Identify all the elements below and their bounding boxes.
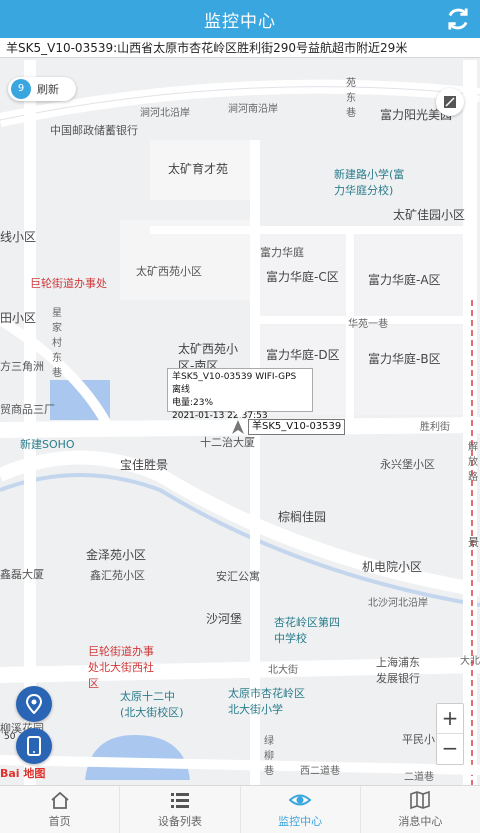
home-icon (51, 791, 69, 809)
map-view[interactable]: 涧河北沿岸 涧河南沿岸 中国邮政储蓄银行 富力阳光美园 太矿育才苑 新建路小学(… (0, 58, 480, 785)
device-location-button[interactable] (16, 728, 52, 764)
location-pin-icon (25, 694, 43, 714)
map-label: 富力华庭 (260, 246, 304, 259)
map-label: 鑫磊大厦 (0, 568, 44, 581)
map-label: 巨轮街道办事处北大街西社区 (88, 645, 154, 690)
map-label: 机电院小区 (362, 560, 423, 574)
map-label: 星家村东巷 (52, 308, 62, 379)
map-label: 鑫汇苑小区 (90, 569, 145, 582)
device-marker-icon[interactable] (232, 420, 244, 434)
map-label: 巨轮街道办事处 (30, 277, 107, 290)
map-label: 新建SOHO (20, 438, 75, 451)
map-label: 宝佳胜景 (120, 458, 169, 472)
tab-device-list[interactable]: 设备列表 (120, 786, 241, 833)
popup-title: 羊SK5_V10-03539 WIFI-GPS 离线 (172, 372, 297, 395)
map-label: 富力华庭-D区 (266, 348, 340, 362)
refresh-label: 刷新 (37, 83, 59, 96)
device-info-popup: 羊SK5_V10-03539 WIFI-GPS 离线 电量:23% 2021-0… (167, 368, 313, 421)
map-label: 涧河南沿岸 (228, 104, 278, 115)
auto-refresh-pill[interactable]: 9 刷新 (8, 77, 76, 101)
map-label: 西二道巷 (300, 766, 340, 777)
map-label: 华苑一巷 (348, 319, 388, 330)
zoom-out-button[interactable]: − (437, 734, 463, 764)
device-marker-label[interactable]: 羊SK5_V10-03539 (248, 419, 346, 435)
map-label: 胜利街 (420, 422, 450, 433)
map-label: 沙河堡 (206, 612, 243, 626)
tab-message-center[interactable]: 消息中心 (361, 786, 480, 833)
map-label: 金泽苑小区 (86, 548, 147, 562)
map-label: 上海浦东发展银行 (376, 656, 420, 685)
map-book-icon (410, 790, 431, 810)
my-location-button[interactable] (16, 686, 52, 722)
map-label: 棕榈佳园 (278, 510, 327, 524)
map-label: 新建路小学(富力华庭分校) (334, 168, 405, 197)
map-label: 太矿育才苑 (168, 162, 229, 176)
map-label: 富力华庭-B区 (368, 352, 441, 366)
map-label: 富力华庭-C区 (266, 270, 339, 284)
tab-monitor-center[interactable]: 监控中心 (241, 786, 361, 833)
popup-battery: 电量:23% (172, 398, 214, 408)
app-header: 监控中心 (0, 0, 480, 38)
map-label: 景 (468, 536, 479, 549)
page-title: 监控中心 (204, 11, 276, 32)
map-label: 杏花岭区第四中学校 (274, 616, 340, 645)
map-label: 太矿西苑小区 (136, 265, 202, 278)
map-label: 富力华庭-A区 (368, 273, 441, 287)
map-layer-button[interactable] (436, 88, 464, 116)
refresh-icon[interactable] (444, 5, 472, 33)
refresh-countdown: 9 (11, 79, 31, 99)
tab-label: 消息中心 (398, 815, 443, 828)
tab-label: 设备列表 (157, 815, 202, 828)
map-label: 涧河北沿岸 (140, 108, 190, 119)
device-address: 羊SK5_V10-03539:山西省太原市杏花岭区胜利街290号益航超市附近29… (0, 38, 480, 58)
map-label: 大北 (460, 656, 480, 667)
map-label: 太原十二中(北大街校区) (120, 690, 184, 719)
map-label: 中国邮政储蓄银行 (50, 124, 138, 137)
map-scale: 50 (4, 732, 16, 742)
map-label: 贸商品三厂 (0, 403, 55, 416)
zoom-in-button[interactable]: + (437, 704, 463, 734)
layers-icon (444, 96, 456, 108)
map-label: 二道巷 (404, 772, 434, 783)
map-label: 田小区 (0, 311, 37, 325)
baidu-logo: Bai 地图 (0, 767, 46, 780)
map-label: 线小区 (0, 230, 37, 244)
list-icon (170, 793, 189, 808)
bottom-tab-bar: 首页 设备列表 监控中心 消息中心 (0, 785, 480, 833)
zoom-control: + − (436, 703, 464, 765)
map-label: 方三角洲 (0, 360, 44, 373)
map-label: 安汇公寓 (216, 570, 260, 583)
map-label: 永兴堡小区 (380, 458, 435, 471)
map-label: 太原市杏花岭区北大街小学 (228, 687, 305, 716)
map-label: 太矿佳园小区 (393, 208, 466, 222)
tab-label: 首页 (48, 815, 71, 828)
map-label: 绿柳巷 (264, 736, 274, 777)
map-label: 解放路 (468, 442, 478, 483)
tab-label: 监控中心 (278, 815, 323, 828)
map-label: 十二治大厦 (200, 436, 255, 449)
tab-home[interactable]: 首页 (0, 786, 121, 833)
map-label: 北沙河北沿岸 (368, 598, 428, 609)
map-label: 北大街 (268, 665, 298, 676)
map-label: 苑东巷 (346, 78, 356, 119)
phone-icon (27, 736, 41, 756)
eye-icon (289, 794, 312, 806)
